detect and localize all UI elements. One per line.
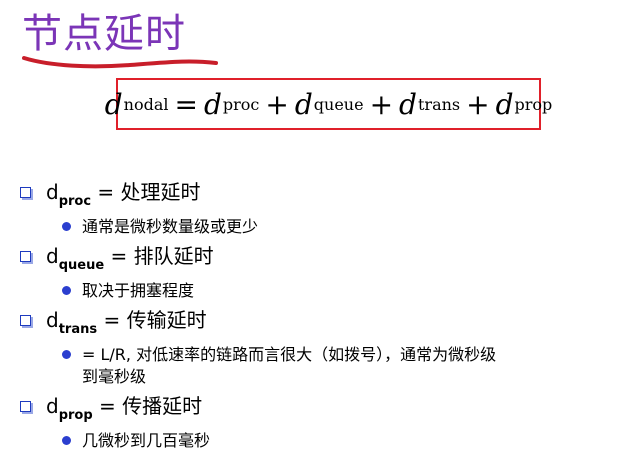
sub-bullet-text: 通常是微秒数量级或更少 (82, 217, 259, 236)
title-underline-swoosh (22, 56, 218, 69)
nodal-delay-formula: d nodal = d proc + d queue + d trans + d prop (105, 78, 552, 130)
slide: 节点延时 d nodal = d proc + d queue + d trans + … (0, 0, 631, 453)
sub-bullet: 通常是微秒数量级或更少 (46, 216, 620, 238)
delay-symbol: d (46, 308, 59, 332)
delay-description: = 传播延时 (92, 394, 203, 418)
round-bullet-icon (62, 222, 71, 231)
bullet-heading: dqueue = 排队延时 (46, 242, 620, 280)
delay-subscript: prop (58, 408, 93, 423)
formula-equals: = (174, 87, 198, 121)
delay-subscript: proc (58, 194, 92, 209)
bullet-heading: dproc = 处理延时 (46, 178, 620, 216)
formula-term-sub: trans (417, 94, 461, 114)
list-item: dprop = 传播延时 几微秒到几百毫秒 (20, 392, 620, 452)
delay-description: = 排队延时 (104, 244, 214, 268)
list-item: dtrans = 传输延时 = L/R, 对低速率的链路而言很大（如拨号），通常… (20, 306, 620, 388)
formula-plus: + (265, 87, 289, 121)
formula-plus: + (369, 87, 394, 121)
formula-term-sub: proc (222, 94, 260, 114)
formula-plus: + (466, 87, 490, 121)
delay-subscript: queue (58, 258, 105, 273)
square-bullet-icon (20, 315, 33, 328)
delay-symbol: d (46, 394, 59, 418)
list-item: dqueue = 排队延时 取决于拥塞程度 (20, 242, 620, 302)
formula-lhs-sub: nodal (123, 94, 169, 114)
formula-term-var: d (294, 87, 313, 121)
delay-symbol: d (46, 244, 59, 268)
sub-bullet-text: 几微秒到几百毫秒 (82, 431, 211, 450)
square-bullet-icon (20, 251, 33, 264)
square-bullet-icon (20, 187, 33, 200)
bullet-heading: dtrans = 传输延时 (46, 306, 620, 344)
formula-term-sub: prop (514, 94, 553, 114)
sub-bullet-text: 取决于拥塞程度 (82, 281, 195, 300)
bullet-list: dproc = 处理延时 通常是微秒数量级或更少 dqueue = 排队延时 取… (20, 178, 620, 456)
sub-bullet-text: = L/R, 对低速率的链路而言很大（如拨号），通常为微秒级 (82, 345, 497, 364)
delay-symbol: d (46, 180, 59, 204)
square-bullet-icon (20, 401, 33, 414)
formula-term-sub: queue (313, 94, 364, 114)
list-item: dproc = 处理延时 通常是微秒数量级或更少 (20, 178, 620, 238)
formula-term-var: d (495, 87, 514, 121)
sub-bullet: 取决于拥塞程度 (46, 280, 620, 302)
sub-bullet: 几微秒到几百毫秒 (46, 430, 620, 452)
formula-term-var: d (399, 87, 417, 121)
round-bullet-icon (62, 350, 71, 359)
round-bullet-icon (62, 436, 71, 445)
bullet-heading: dprop = 传播延时 (46, 392, 620, 430)
delay-subscript: trans (58, 322, 98, 337)
round-bullet-icon (62, 286, 71, 295)
delay-description: = 传输延时 (97, 308, 207, 332)
formula-term-var: d (203, 87, 222, 121)
delay-description: = 处理延时 (91, 180, 201, 204)
sub-bullet: = L/R, 对低速率的链路而言很大（如拨号），通常为微秒级 到毫秒级 (46, 344, 620, 388)
formula-lhs-var: d (104, 87, 123, 121)
sub-bullet-text-continued: 到毫秒级 (82, 367, 147, 386)
